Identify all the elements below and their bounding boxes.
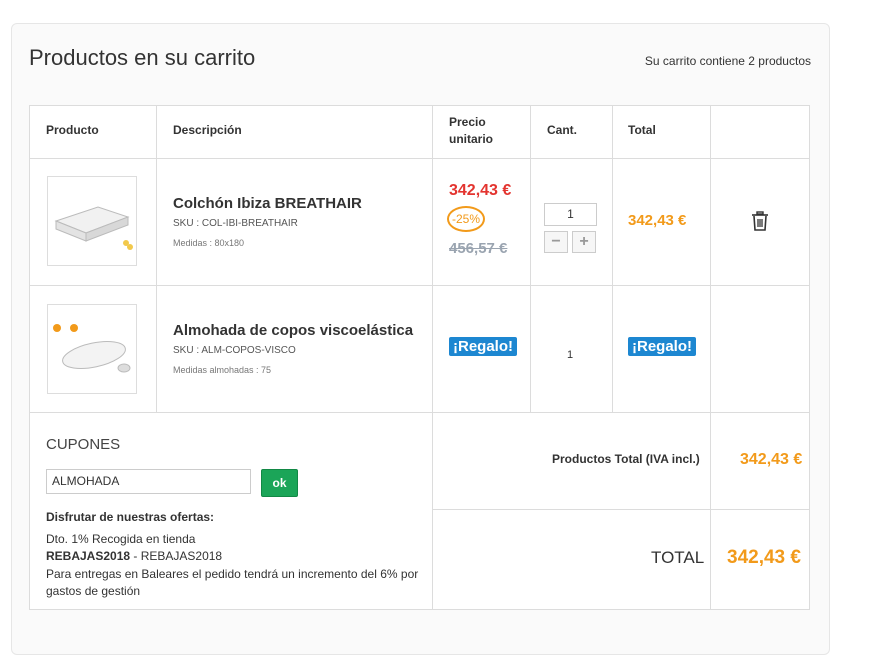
cart-count: Su carrito contiene 2 productos (644, 54, 811, 68)
products-total-label: Productos Total (IVA incl.) (552, 452, 700, 466)
product-sku: SKU : ALM-COPOS-VISCO (173, 345, 296, 356)
apply-coupon-button[interactable]: ok (261, 469, 298, 497)
pillow-thumbnail[interactable] (47, 304, 137, 394)
discount-badge: -25% (447, 206, 485, 232)
offer-description: - REBAJAS2018 (130, 549, 223, 563)
product-measure: Medidas almohadas : 75 (173, 365, 272, 375)
decrease-qty-button[interactable]: − (544, 231, 568, 253)
coupon-input[interactable]: ALMOHADA (46, 469, 251, 494)
offers-title: Disfrutar de nuestras ofertas: (46, 510, 215, 524)
product-measure: Medidas : 80x180 (173, 238, 245, 248)
line-total: 342,43 € (628, 212, 687, 229)
product-sku: SKU : COL-IBI-BREATHAIR (173, 218, 298, 229)
header-product: Producto (46, 123, 99, 137)
header-qty: Cant. (547, 123, 577, 137)
page-title: Productos en su carrito (29, 45, 256, 70)
total-value: 342,43 € (727, 547, 801, 568)
gift-badge: ¡Regalo! (449, 337, 517, 356)
gift-badge: ¡Regalo! (628, 337, 696, 356)
total-label: TOTAL (651, 548, 705, 567)
header-total: Total (628, 123, 656, 137)
product-name[interactable]: Almohada de copos viscoelástica (173, 322, 413, 339)
header-unit-price: Precio (449, 115, 486, 129)
quantity-value: 1 (567, 349, 574, 361)
products-total-value: 342,43 € (740, 451, 803, 468)
header-description: Descripción (173, 123, 242, 137)
old-price: 456,57 € (449, 240, 508, 257)
product-name[interactable]: Colchón Ibiza BREATHAIR (173, 195, 362, 212)
coupons-title: CUPONES (46, 436, 121, 453)
unit-price: 342,43 € (449, 182, 512, 199)
trash-icon[interactable] (751, 211, 769, 236)
quantity-input[interactable]: 1 (544, 203, 597, 226)
offer-item: Dto. 1% Recogida en tienda (46, 532, 196, 546)
header-unit-price-2: unitario (449, 132, 493, 146)
increase-qty-button[interactable]: + (572, 231, 596, 253)
offer-item: REBAJAS2018 - REBAJAS2018 (46, 549, 222, 563)
mattress-thumbnail[interactable] (47, 176, 137, 266)
offer-code: REBAJAS2018 (46, 549, 131, 563)
offer-item: Para entregas en Baleares el pedido tend… (46, 567, 419, 598)
